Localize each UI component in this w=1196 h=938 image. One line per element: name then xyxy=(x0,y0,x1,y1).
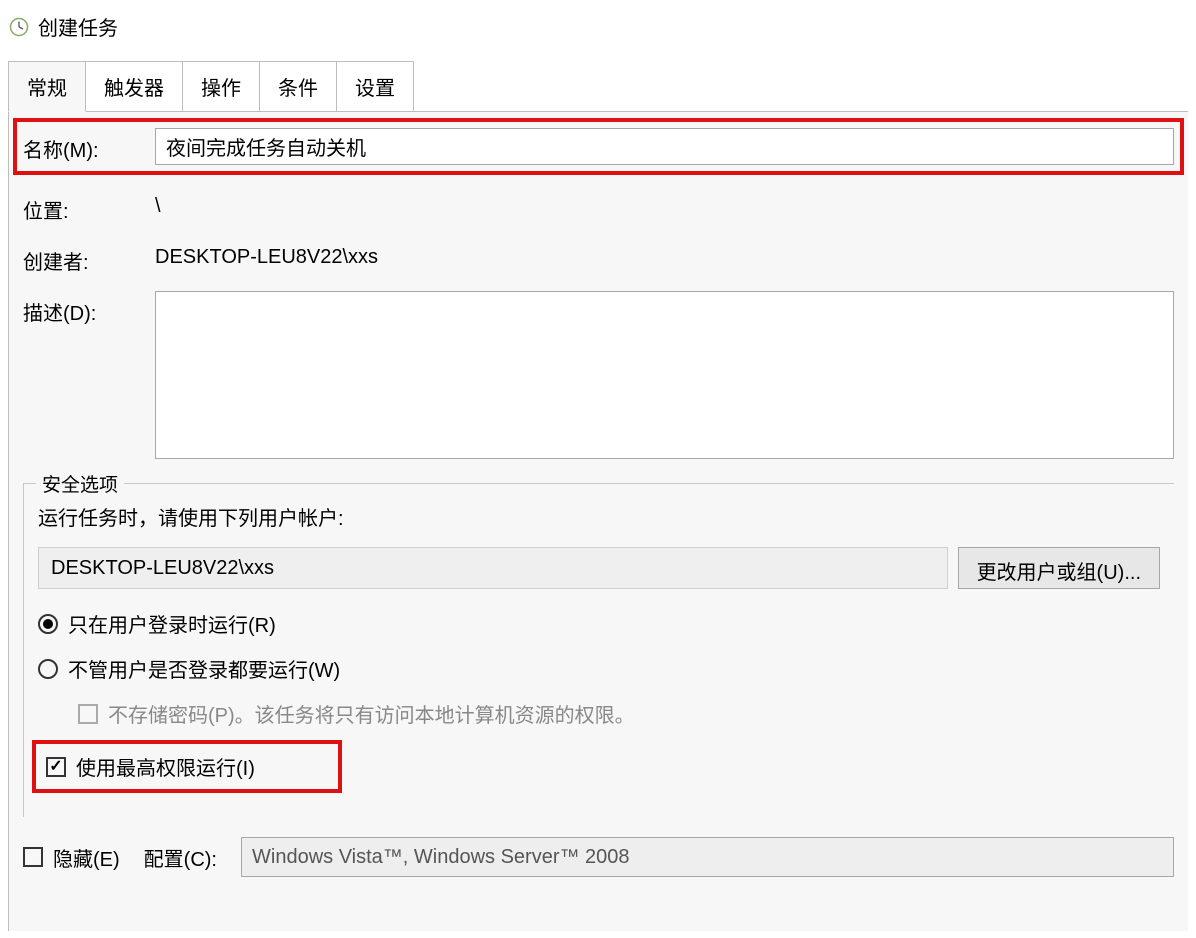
tab-actions[interactable]: 操作 xyxy=(183,61,260,111)
radio-any[interactable] xyxy=(38,659,58,679)
hidden-checkbox[interactable] xyxy=(23,847,43,867)
security-fieldset: 安全选项 运行任务时，请使用下列用户帐户: DESKTOP-LEU8V22\xx… xyxy=(23,483,1174,817)
hidden-label: 隐藏(E) xyxy=(53,843,120,872)
location-value: \ xyxy=(155,189,1174,218)
configure-label: 配置(C): xyxy=(144,843,217,872)
no-password-checkbox xyxy=(78,704,98,724)
tab-general[interactable]: 常规 xyxy=(8,61,86,112)
row-author: 创建者: DESKTOP-LEU8V22\xxs xyxy=(23,240,1174,275)
change-user-button[interactable]: 更改用户或组(U)... xyxy=(958,547,1160,589)
radio-logged-on[interactable] xyxy=(38,614,58,634)
security-legend: 安全选项 xyxy=(36,470,124,497)
description-label: 描述(D): xyxy=(23,291,155,326)
tab-label: 触发器 xyxy=(104,78,164,100)
no-password-label: 不存储密码(P)。该任务将只有访问本地计算机资源的权限。 xyxy=(108,699,635,728)
location-label: 位置: xyxy=(23,189,155,224)
tab-conditions[interactable]: 条件 xyxy=(260,61,337,111)
tab-bar: 常规 触发器 操作 条件 设置 xyxy=(8,61,1188,111)
row-name: 名称(M): xyxy=(23,128,1174,165)
radio-any-label: 不管用户是否登录都要运行(W) xyxy=(68,654,340,683)
window-title: 创建任务 xyxy=(38,12,118,41)
tab-label: 设置 xyxy=(355,78,395,100)
radio-logged-on-label: 只在用户登录时运行(R) xyxy=(68,609,276,638)
highest-priv-checkbox[interactable] xyxy=(46,757,66,777)
radio-logged-on-row[interactable]: 只在用户登录时运行(R) xyxy=(38,609,1160,638)
highest-priv-label: 使用最高权限运行(I) xyxy=(76,752,255,781)
name-input[interactable] xyxy=(155,128,1174,165)
configure-value: Windows Vista™, Windows Server™ 2008 xyxy=(252,846,630,869)
clock-icon xyxy=(8,16,30,38)
tab-triggers[interactable]: 触发器 xyxy=(86,61,183,111)
highlight-highest-priv: 使用最高权限运行(I) xyxy=(32,740,342,793)
account-row: DESKTOP-LEU8V22\xxs 更改用户或组(U)... xyxy=(38,547,1160,589)
hidden-row[interactable]: 隐藏(E) xyxy=(23,843,120,872)
security-account: DESKTOP-LEU8V22\xxs xyxy=(38,547,948,589)
tab-panel-general: 名称(M): 位置: \ 创建者: DESKTOP-LEU8V22\xxs 描述… xyxy=(8,111,1188,931)
row-description: 描述(D): xyxy=(23,291,1174,459)
tab-settings[interactable]: 设置 xyxy=(337,61,414,111)
bottom-row: 隐藏(E) 配置(C): Windows Vista™, Windows Ser… xyxy=(23,837,1174,877)
author-value: DESKTOP-LEU8V22\xxs xyxy=(155,240,1174,269)
tab-label: 常规 xyxy=(27,78,67,100)
radio-any-row[interactable]: 不管用户是否登录都要运行(W) xyxy=(38,654,1160,683)
tab-label: 条件 xyxy=(278,78,318,100)
row-location: 位置: \ xyxy=(23,189,1174,224)
tab-label: 操作 xyxy=(201,78,241,100)
configure-dropdown[interactable]: Windows Vista™, Windows Server™ 2008 xyxy=(241,837,1174,877)
highlight-name-row: 名称(M): xyxy=(13,118,1184,175)
description-input[interactable] xyxy=(155,291,1174,459)
name-label: 名称(M): xyxy=(23,128,155,163)
security-instruction: 运行任务时，请使用下列用户帐户: xyxy=(38,502,1160,531)
no-password-row: 不存储密码(P)。该任务将只有访问本地计算机资源的权限。 xyxy=(78,699,1160,728)
highest-priv-row[interactable]: 使用最高权限运行(I) xyxy=(46,752,255,781)
author-label: 创建者: xyxy=(23,240,155,275)
title-bar: 创建任务 xyxy=(0,0,1196,61)
